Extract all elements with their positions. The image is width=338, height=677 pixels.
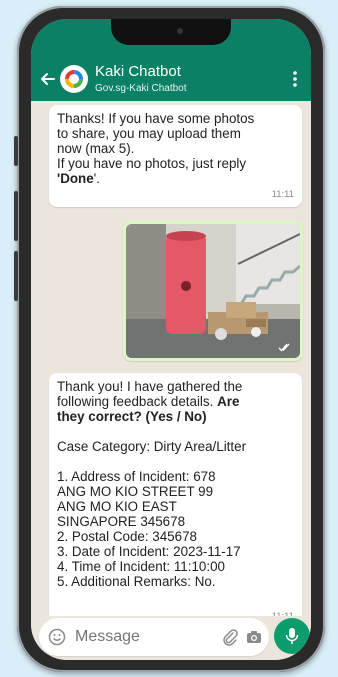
message-line: they correct? (Yes / No) xyxy=(57,409,294,424)
detail-line: 3. Date of Incident: 2023-11-17 xyxy=(57,544,241,559)
incoming-message: Thank you! I have gathered the following… xyxy=(49,373,302,629)
incoming-message: Thanks! If you have some photos to share… xyxy=(49,105,302,207)
screen: Kaki Chatbot Gov.sg-Kaki Chatbot Thanks!… xyxy=(31,19,311,660)
detail-line: SINGAPORE 345678 xyxy=(57,514,186,529)
notch xyxy=(111,19,231,45)
message-input-box[interactable] xyxy=(39,618,269,656)
volume-down-button xyxy=(14,251,18,301)
detail-line: 5. Additional Remarks: No. xyxy=(57,574,216,589)
paperclip-icon[interactable] xyxy=(221,628,239,646)
message-composer xyxy=(31,616,311,660)
message-time: 11:11 xyxy=(271,189,294,200)
detail-line: 4. Time of Incident: 11:10:00 xyxy=(57,559,225,574)
mute-switch xyxy=(14,136,18,166)
bold-text: they correct? (Yes / No) xyxy=(57,409,207,424)
detail-line: 1. Address of Incident: 678 xyxy=(57,469,216,484)
emoji-icon[interactable] xyxy=(48,628,66,646)
outgoing-photo-message[interactable] xyxy=(123,221,303,361)
chat-subtitle: Gov.sg-Kaki Chatbot xyxy=(95,83,187,94)
message-line: now (max 5). xyxy=(57,141,135,156)
message-line: to share, you may upload them xyxy=(57,126,241,141)
back-arrow-icon[interactable] xyxy=(39,71,55,87)
kaki-logo-icon xyxy=(65,70,83,88)
detail-line: ANG MO KIO EAST xyxy=(57,499,177,514)
message-line: Thanks! If you have some photos xyxy=(57,111,255,126)
message-line: following feedback details. Are xyxy=(57,394,294,409)
chat-area[interactable]: Thanks! If you have some photos to share… xyxy=(31,101,311,629)
camera-icon[interactable] xyxy=(245,628,263,646)
detail-line: 2. Postal Code: 345678 xyxy=(57,529,197,544)
bold-keyword: Done xyxy=(60,171,94,186)
phone-frame: Kaki Chatbot Gov.sg-Kaki Chatbot Thanks!… xyxy=(14,6,325,672)
bold-text: Are xyxy=(217,394,240,409)
message-line: 'Done'. xyxy=(57,171,294,186)
category-line: Case Category: Dirty Area/Litter xyxy=(57,439,247,454)
message-line: If you have no photos, just reply xyxy=(57,156,247,171)
volume-up-button xyxy=(14,191,18,241)
detail-line: ANG MO KIO STREET 99 xyxy=(57,484,214,499)
quote-close: '. xyxy=(93,171,100,186)
microphone-icon xyxy=(285,628,299,644)
more-vertical-icon[interactable] xyxy=(293,71,297,87)
message-input[interactable] xyxy=(75,628,205,646)
message-line: Thank you! I have gathered the xyxy=(57,379,243,394)
front-camera xyxy=(177,28,183,34)
message-text: following feedback details. xyxy=(57,394,214,409)
mic-button[interactable] xyxy=(274,618,310,654)
litter-photo[interactable] xyxy=(126,224,300,358)
chat-title[interactable]: Kaki Chatbot xyxy=(95,63,181,80)
double-check-icon xyxy=(278,343,290,352)
avatar[interactable] xyxy=(60,65,88,93)
